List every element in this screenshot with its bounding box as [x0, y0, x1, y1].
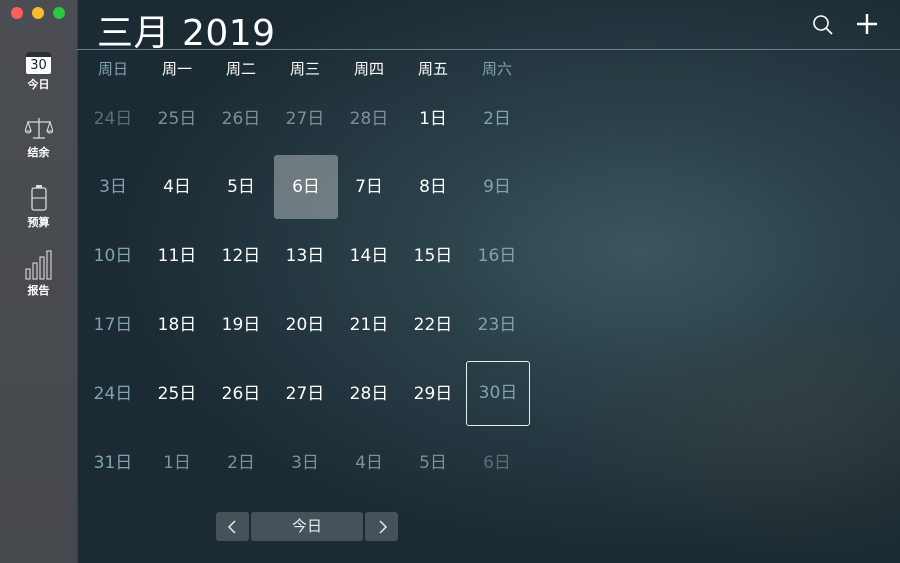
day-cell[interactable]: 2日: [209, 431, 273, 495]
day-cell[interactable]: 23日: [465, 293, 529, 357]
day-cell[interactable]: 3日: [273, 431, 337, 495]
day-cell[interactable]: 3日: [81, 155, 145, 219]
day-cell[interactable]: 20日: [273, 293, 337, 357]
weekday-label: 周二: [225, 60, 256, 78]
day-cell[interactable]: 10日: [81, 224, 145, 288]
sidebar-item-label: 今日: [27, 78, 50, 91]
sidebar-item-budget[interactable]: 预算: [0, 184, 77, 230]
day-cell[interactable]: 25日: [145, 87, 209, 151]
calendar-icon: 30: [26, 52, 51, 74]
header-divider: [77, 49, 900, 50]
today-day-cell[interactable]: 30日: [466, 361, 530, 426]
day-cell[interactable]: 14日: [337, 224, 401, 288]
scales-icon: [24, 118, 53, 139]
sidebar-item-reports[interactable]: 报告: [0, 250, 77, 298]
day-cell[interactable]: 6日: [465, 431, 529, 495]
prev-month-button[interactable]: [216, 512, 249, 541]
weekday-label: 周三: [289, 60, 320, 78]
day-cell[interactable]: 26日: [209, 362, 273, 426]
day-cell[interactable]: 1日: [145, 431, 209, 495]
day-cell[interactable]: 13日: [273, 224, 337, 288]
bar-chart-icon: [24, 250, 52, 280]
day-cell[interactable]: 4日: [337, 431, 401, 495]
day-cell[interactable]: 2日: [465, 87, 529, 151]
day-cell[interactable]: 8日: [401, 155, 465, 219]
next-month-button[interactable]: [365, 512, 398, 541]
battery-icon: [30, 185, 47, 211]
day-cell[interactable]: 29日: [401, 362, 465, 426]
maximize-window-button[interactable]: [53, 7, 65, 19]
day-cell[interactable]: 28日: [337, 87, 401, 151]
day-cell[interactable]: 11日: [145, 224, 209, 288]
day-cell[interactable]: 19日: [209, 293, 273, 357]
day-cell[interactable]: 5日: [209, 155, 273, 219]
day-cell[interactable]: 27日: [273, 362, 337, 426]
sidebar-item-label: 报告: [27, 284, 50, 297]
day-cell[interactable]: 24日: [81, 362, 145, 426]
weekday-label: 周日: [97, 60, 128, 78]
minimize-window-button[interactable]: [32, 7, 44, 19]
day-cell[interactable]: 16日: [465, 224, 529, 288]
day-cell[interactable]: 27日: [273, 87, 337, 151]
search-icon[interactable]: [812, 14, 834, 36]
day-cell[interactable]: 21日: [337, 293, 401, 357]
sidebar-item-label: 预算: [27, 216, 50, 229]
day-cell[interactable]: 22日: [401, 293, 465, 357]
weekday-label: 周六: [481, 60, 512, 78]
sidebar-item-today[interactable]: 30 今日: [0, 52, 77, 92]
sidebar-item-label: 结余: [27, 146, 50, 159]
day-cell[interactable]: 17日: [81, 293, 145, 357]
day-cell[interactable]: 31日: [81, 431, 145, 495]
chevron-left-icon: [227, 519, 236, 534]
day-cell[interactable]: 9日: [465, 155, 529, 219]
app-window: 30 今日 结余 预算 报告 三月 2019 周日 周一 周二 周三 周四 周五…: [0, 0, 900, 563]
day-cell[interactable]: 15日: [401, 224, 465, 288]
day-cell[interactable]: 1日: [401, 87, 465, 151]
day-cell[interactable]: 28日: [337, 362, 401, 426]
sidebar: 30 今日 结余 预算 报告: [0, 0, 78, 563]
close-window-button[interactable]: [11, 7, 23, 19]
day-cell[interactable]: 4日: [145, 155, 209, 219]
day-cell[interactable]: 24日: [81, 87, 145, 151]
day-cell[interactable]: 5日: [401, 431, 465, 495]
today-button[interactable]: 今日: [251, 512, 363, 541]
weekday-label: 周五: [417, 60, 448, 78]
weekday-label: 周四: [353, 60, 384, 78]
weekday-label: 周一: [161, 60, 192, 78]
add-icon[interactable]: [856, 13, 878, 35]
sidebar-item-balance[interactable]: 结余: [0, 116, 77, 160]
day-cell[interactable]: 12日: [209, 224, 273, 288]
selected-day-cell[interactable]: 6日: [274, 155, 338, 219]
day-cell[interactable]: 18日: [145, 293, 209, 357]
day-cell[interactable]: 25日: [145, 362, 209, 426]
day-cell[interactable]: 26日: [209, 87, 273, 151]
day-cell[interactable]: 7日: [337, 155, 401, 219]
chevron-right-icon: [378, 519, 387, 534]
